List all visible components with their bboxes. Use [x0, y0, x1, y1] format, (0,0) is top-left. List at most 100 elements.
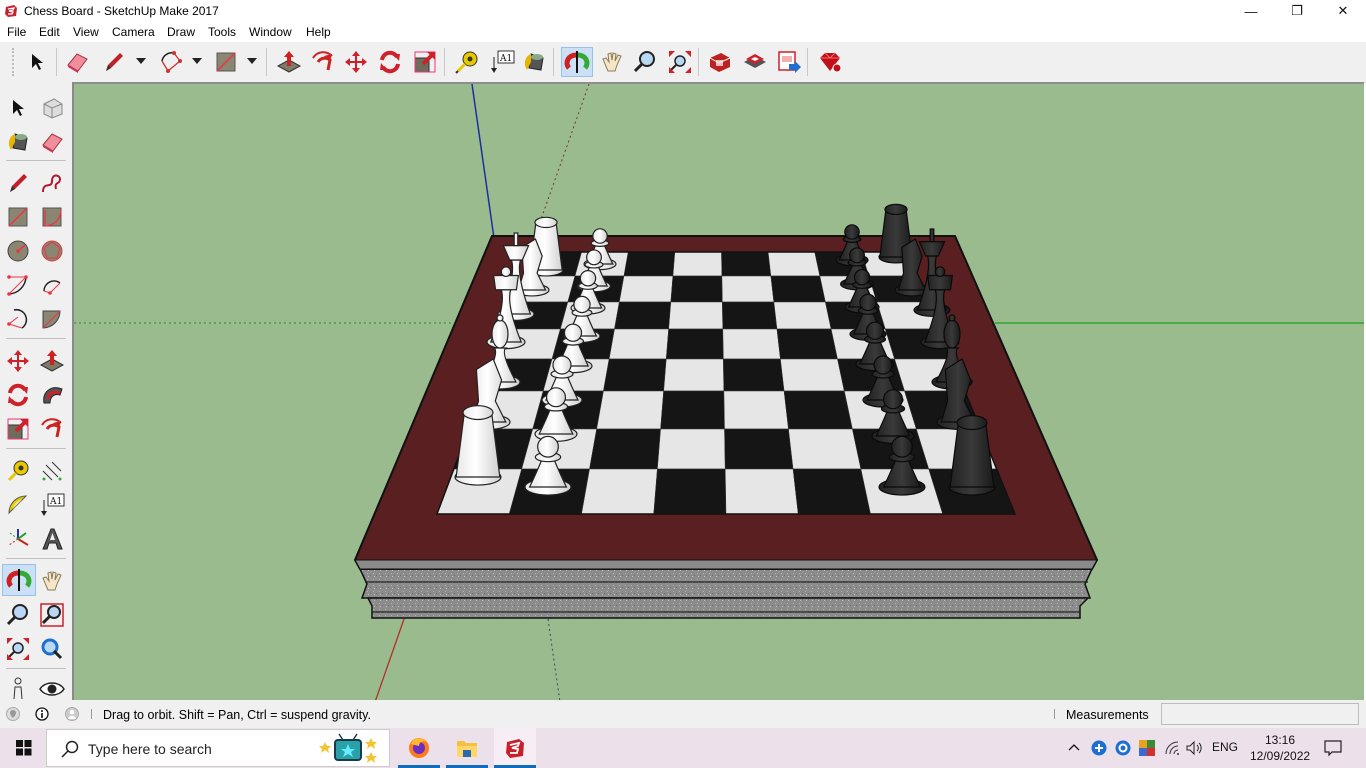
pan-tool-button[interactable]: [37, 566, 67, 596]
tape-measure-tool-button[interactable]: [3, 456, 33, 486]
light-square: [788, 428, 862, 470]
3d-warehouse-button[interactable]: [706, 48, 734, 76]
offset-tool-button[interactable]: [37, 414, 67, 444]
arc-tool-dropdown[interactable]: [192, 58, 202, 64]
move-tool-button[interactable]: [3, 346, 33, 376]
tray-colorful-app-icon[interactable]: [1139, 740, 1155, 756]
eraser-icon: [42, 133, 63, 153]
move-tool-button[interactable]: [342, 48, 370, 76]
scale-tool-button[interactable]: [3, 414, 33, 444]
eraser-tool-button[interactable]: [63, 48, 91, 76]
eraser-tool-button[interactable]: [37, 127, 67, 157]
follow-me-tool-button[interactable]: [37, 380, 67, 410]
news-tv-icon: [319, 733, 377, 763]
select-tool-button[interactable]: [23, 48, 51, 76]
circle-tool-button[interactable]: [3, 236, 33, 266]
protractor-tool-button[interactable]: [3, 490, 33, 520]
rotate-tool-button[interactable]: [3, 380, 33, 410]
language-indicator[interactable]: ENG: [1212, 740, 1238, 754]
close-button[interactable]: ✕: [1320, 0, 1366, 22]
zoom-extents-tool-button[interactable]: [3, 634, 33, 664]
menu-view[interactable]: View: [73, 25, 99, 39]
model-viewport[interactable]: [74, 82, 1364, 702]
rectangle-tool-button[interactable]: [212, 48, 240, 76]
previous-view-tool-button[interactable]: [37, 634, 67, 664]
taskbar-file-explorer[interactable]: [446, 728, 488, 768]
restore-button[interactable]: ❐: [1274, 0, 1320, 22]
menu-help[interactable]: Help: [306, 25, 331, 39]
pan-tool-button[interactable]: [598, 48, 626, 76]
paint-bucket-tool-button[interactable]: [520, 48, 548, 76]
rotated-rectangle-icon: [42, 207, 62, 227]
zoom-extents-tool-button[interactable]: [666, 48, 694, 76]
wifi-icon[interactable]: [1164, 741, 1180, 755]
menu-draw[interactable]: Draw: [167, 25, 195, 39]
dark-square: [603, 358, 667, 392]
tray-app-icon[interactable]: [1091, 740, 1107, 756]
tape-measure-tool-button[interactable]: [453, 48, 481, 76]
extension-warehouse-button[interactable]: [741, 48, 769, 76]
3d-text-tool-button[interactable]: [37, 524, 67, 554]
menu-file[interactable]: File: [7, 25, 26, 39]
menu-window[interactable]: Window: [249, 25, 292, 39]
menu-edit[interactable]: Edit: [39, 25, 60, 39]
measurements-input[interactable]: [1161, 703, 1359, 725]
orbit-tool-button[interactable]: [2, 564, 36, 596]
rotate-tool-button[interactable]: [376, 48, 404, 76]
dark-square: [721, 251, 772, 277]
geo-location-icon[interactable]: [6, 707, 20, 721]
rectangle-tool-button[interactable]: [3, 202, 33, 232]
menu-tools[interactable]: Tools: [208, 25, 236, 39]
text-tool-button[interactable]: A1: [488, 48, 516, 76]
taskbar-search-box[interactable]: Type here to search: [46, 729, 390, 767]
hand-icon: [42, 571, 62, 591]
zoom-tool-button[interactable]: [3, 600, 33, 630]
toolbar-separator: [6, 558, 66, 559]
select-tool-button[interactable]: [3, 93, 33, 123]
line-tool-button[interactable]: [100, 48, 128, 76]
freehand-tool-button[interactable]: [37, 168, 67, 198]
windows-start-icon[interactable]: [16, 740, 32, 756]
push-pull-tool-button[interactable]: [37, 346, 67, 376]
line-tool-button[interactable]: [3, 168, 33, 198]
rotated-rectangle-tool-button[interactable]: [37, 202, 67, 232]
two-point-arc-tool-button[interactable]: [37, 270, 67, 300]
taskbar-sketchup[interactable]: [494, 728, 536, 768]
arc-tool-button[interactable]: [3, 270, 33, 300]
show-hidden-icons-chevron-icon[interactable]: [1068, 742, 1080, 752]
polygon-tool-button[interactable]: [37, 236, 67, 266]
text-tool-button[interactable]: A1: [37, 490, 67, 520]
paint-bucket-tool-button[interactable]: [3, 127, 33, 157]
arc-tool-button[interactable]: [157, 48, 185, 76]
minimize-button[interactable]: —: [1228, 0, 1274, 22]
orbit-tool-button[interactable]: [561, 47, 593, 77]
scale-tool-button[interactable]: [411, 48, 439, 76]
notifications-icon[interactable]: [1324, 739, 1342, 757]
person-icon: [13, 677, 23, 700]
share-model-button[interactable]: [775, 48, 803, 76]
push-pull-tool-button[interactable]: [275, 48, 303, 76]
pie-tool-button[interactable]: [37, 304, 67, 334]
info-icon[interactable]: [35, 707, 49, 721]
light-square: [724, 468, 799, 515]
rectangle-tool-dropdown[interactable]: [247, 58, 257, 64]
light-square: [722, 328, 781, 360]
toolbar-grip[interactable]: [12, 48, 16, 76]
three-point-arc-tool-button[interactable]: [3, 304, 33, 334]
line-tool-dropdown[interactable]: [136, 58, 146, 64]
search-placeholder: Type here to search: [88, 741, 212, 757]
user-account-icon[interactable]: [65, 707, 79, 721]
dark-square: [670, 275, 723, 303]
offset-tool-button[interactable]: [309, 48, 337, 76]
axes-tool-button[interactable]: [3, 524, 33, 554]
system-clock[interactable]: 13:16 12/09/2022: [1250, 732, 1310, 764]
taskbar-firefox[interactable]: [398, 728, 440, 768]
extension-manager-button[interactable]: [816, 48, 844, 76]
menu-camera[interactable]: Camera: [112, 25, 155, 39]
make-component-button[interactable]: [37, 93, 67, 123]
dimension-tool-button[interactable]: [37, 456, 67, 486]
zoom-window-tool-button[interactable]: [37, 600, 67, 630]
tray-ccleaner-icon[interactable]: [1115, 740, 1131, 756]
volume-icon[interactable]: [1186, 741, 1204, 755]
zoom-tool-button[interactable]: [631, 48, 659, 76]
